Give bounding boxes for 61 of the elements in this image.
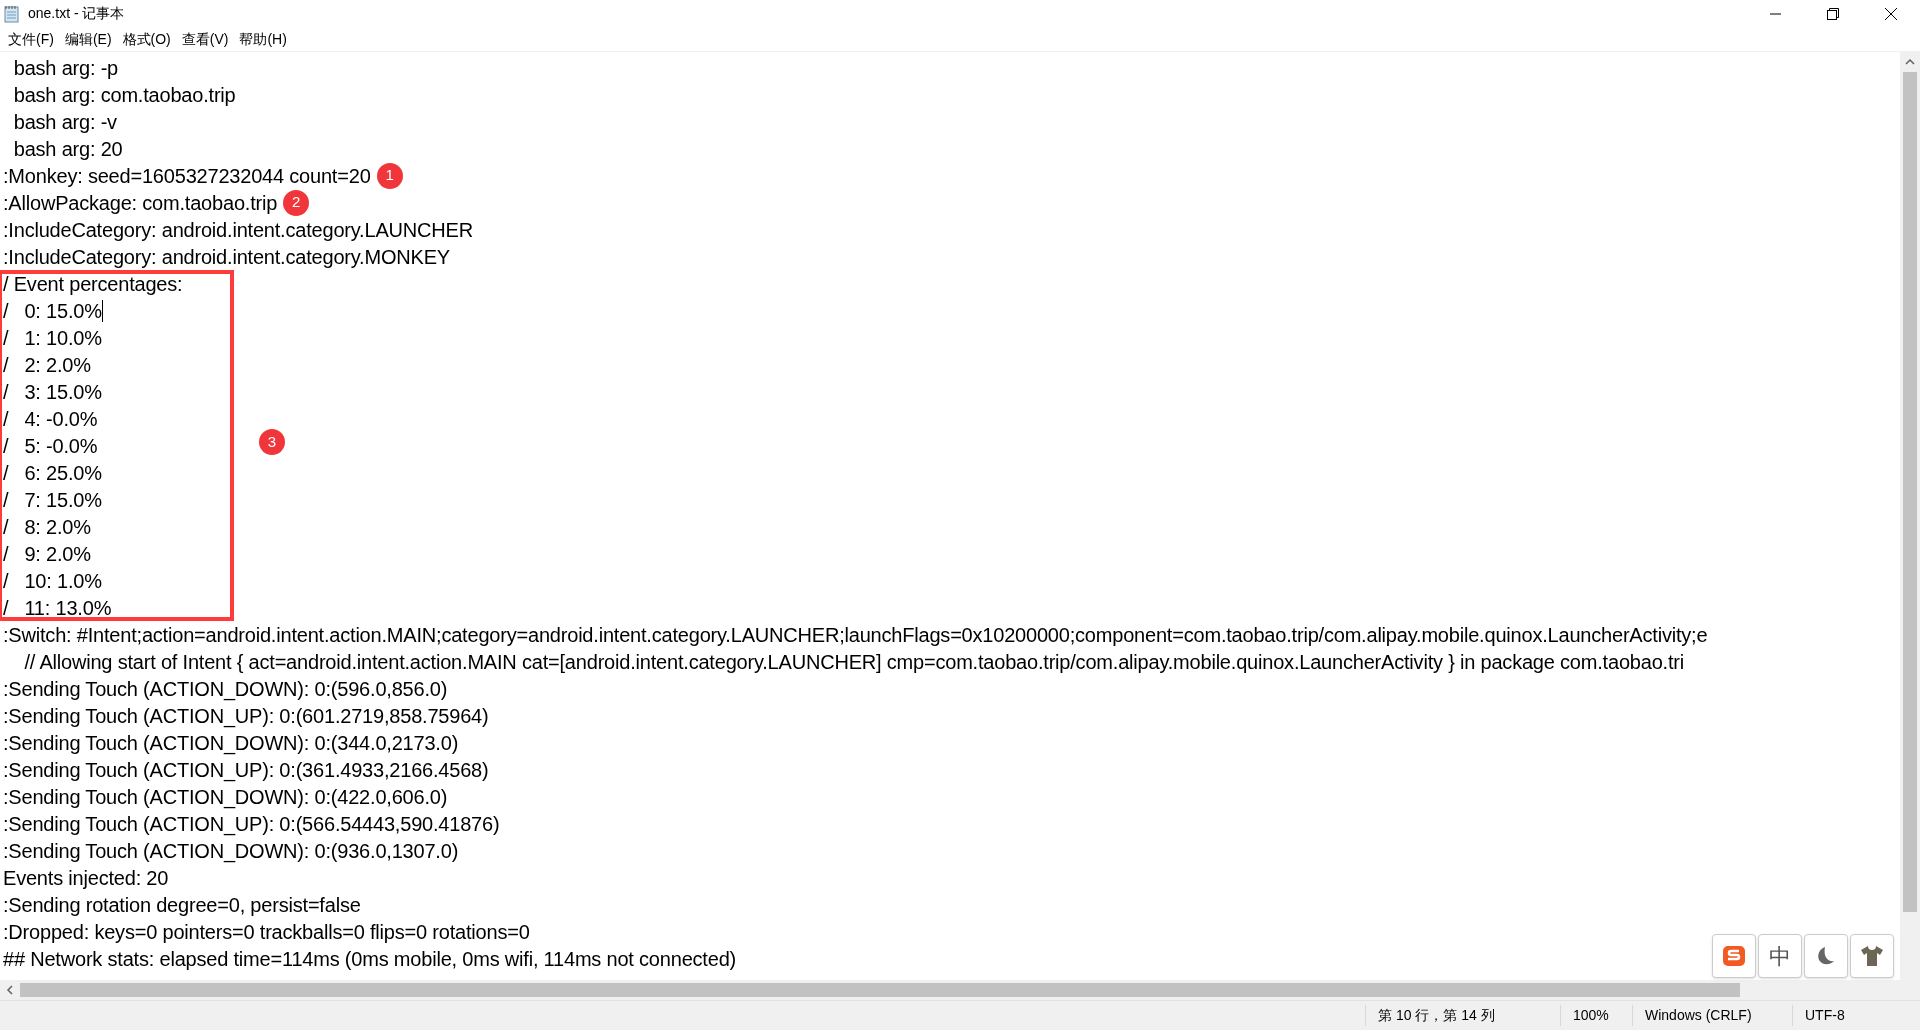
- text-line: / 10: 1.0%: [3, 568, 102, 594]
- text-line: bash arg: 20: [12, 136, 123, 162]
- status-text: UTF-8: [1792, 1005, 1912, 1026]
- text-line: / 2: 2.0%: [3, 352, 91, 378]
- text-line: / 4: -0.0%: [3, 406, 98, 432]
- text-line: bash arg: -v: [12, 109, 117, 135]
- text-line: :Sending rotation degree=0, persist=false: [3, 892, 361, 918]
- ime-mode-button[interactable]: 中: [1758, 934, 1802, 978]
- text-line: / 0: 15.0%: [3, 298, 102, 324]
- text-line: Events injected: 20: [3, 865, 169, 891]
- annotation-badge: 3: [259, 429, 285, 455]
- text-line: :Monkey: seed=1605327232044 count=20: [3, 163, 371, 189]
- status-text: Windows (CRLF): [1632, 1005, 1792, 1026]
- menu-item[interactable]: 文件(F): [3, 28, 59, 50]
- menu-item[interactable]: 格式(O): [117, 28, 176, 50]
- night-mode-button[interactable]: [1804, 934, 1848, 978]
- notepad-icon: [3, 4, 21, 23]
- text-line: / 1: 10.0%: [3, 325, 102, 351]
- moon-icon: [1816, 946, 1836, 966]
- text-line: / 6: 25.0%: [3, 460, 102, 486]
- ime-logo-icon: [1722, 945, 1746, 967]
- text-line: :IncludeCategory: android.intent.category.LAUNCHER: [3, 217, 473, 243]
- menu-item[interactable]: 编辑(E): [59, 28, 117, 50]
- text-line: :Switch: #Intent;action=android.intent.action.MAIN;category=android.intent.category.LAUNCHER;launchFlags=0x10200000;component=com.taobao.trip/com.alipay.mobile.quinox.LauncherActivity;e: [3, 622, 1708, 648]
- annotation-badge: 1: [376, 162, 403, 189]
- scrollbar-thumb[interactable]: [20, 983, 1740, 997]
- text-line: / 7: 15.0%: [3, 487, 102, 513]
- text-line: :Sending Touch (ACTION_UP): 0:(361.4933,2166.4568): [3, 757, 489, 784]
- text-line: / 8: 2.0%: [3, 514, 91, 540]
- text-line: ## Network stats: elapsed time=114ms (0ms mobile, 0ms wifi, 114ms not connected): [3, 946, 737, 972]
- shirt-icon: [1860, 945, 1884, 967]
- text-line: // Allowing start of Intent { act=android.intent.action.MAIN cat=[android.intent.category.LAUNCHER] cmp=com.taobao.trip/com.alipay.mobile.quinox.LauncherActivity } in package com.taobao.tri: [23, 649, 1684, 675]
- window-title: one.txt - 记事本: [28, 4, 125, 23]
- text-line: :Sending Touch (ACTION_UP): 0:(601.2719,858.75964): [3, 703, 489, 730]
- text-line: / 11: 13.0%: [3, 595, 112, 621]
- text-line: bash arg: com.taobao.trip: [12, 82, 236, 108]
- annotation-badge: 2: [283, 189, 310, 216]
- text-line: / 9: 2.0%: [3, 541, 91, 567]
- text-line: :Sending Touch (ACTION_DOWN): 0:(344.0,2173.0): [3, 730, 459, 757]
- text-line: :Sending Touch (ACTION_DOWN): 0:(422.0,606.0): [3, 784, 448, 811]
- text-line: / Event percentages:: [3, 271, 183, 297]
- scrollbar-thumb[interactable]: [1903, 72, 1917, 912]
- text-line: / 5: -0.0%: [3, 433, 98, 459]
- close-icon: [1885, 7, 1897, 20]
- restore-icon: [1827, 7, 1839, 20]
- menu-item[interactable]: 查看(V): [176, 28, 234, 50]
- scroll-up-icon[interactable]: [1905, 58, 1915, 66]
- status-text: 第 10 行，第 14 列: [1365, 1005, 1560, 1026]
- menu-item[interactable]: 帮助(H): [234, 28, 292, 50]
- status-text: 100%: [1560, 1005, 1632, 1026]
- text-line: :Dropped: keys=0 pointers=0 trackballs=0 flips=0 rotations=0: [3, 919, 530, 945]
- text-line: :Sending Touch (ACTION_UP): 0:(566.54443,590.41876): [3, 811, 500, 838]
- skin-button[interactable]: [1850, 934, 1894, 978]
- text-line: bash arg: -p: [12, 55, 119, 81]
- text-line: :AllowPackage: com.taobao.trip: [3, 190, 278, 216]
- text-line: / 3: 15.0%: [3, 379, 102, 405]
- text-line: :Sending Touch (ACTION_DOWN): 0:(936.0,1307.0): [3, 838, 459, 865]
- text-line: :Sending Touch (ACTION_DOWN): 0:(596.0,856.0): [3, 676, 448, 703]
- scroll-left-icon[interactable]: [6, 985, 14, 995]
- text-line: :IncludeCategory: android.intent.category.MONKEY: [3, 244, 450, 270]
- ime-logo-button[interactable]: [1712, 934, 1756, 978]
